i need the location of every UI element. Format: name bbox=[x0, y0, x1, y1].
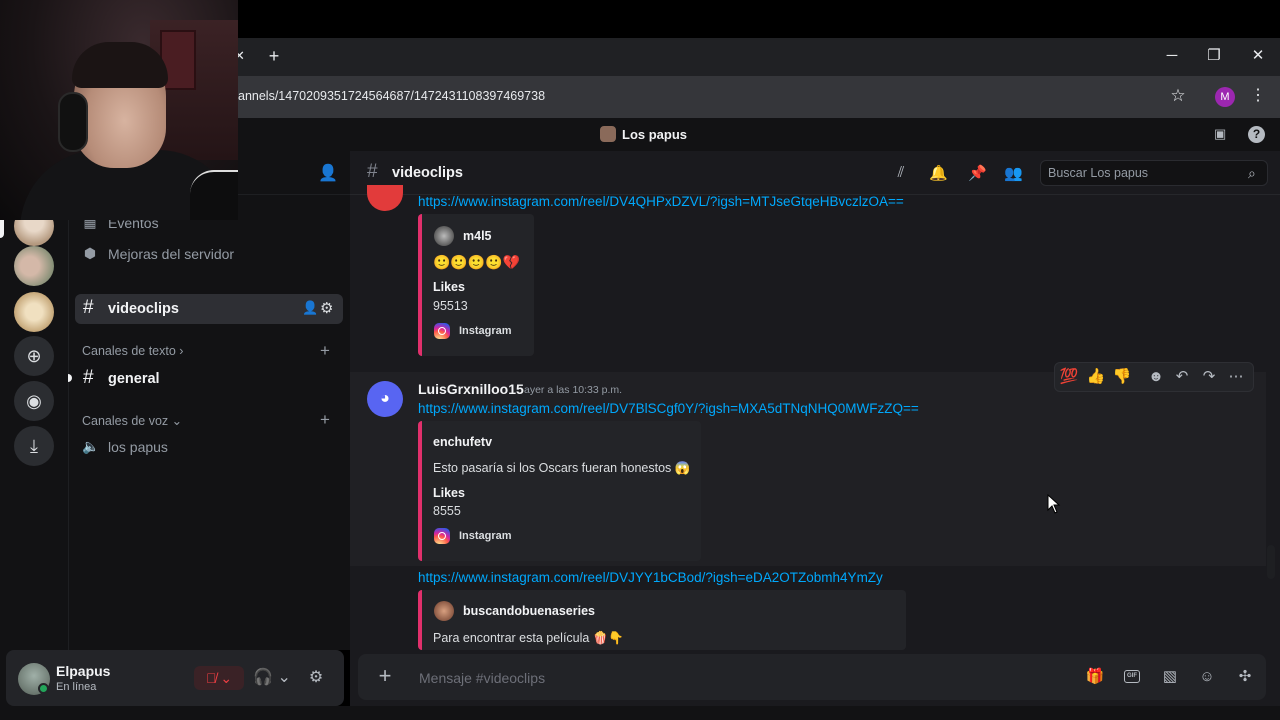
invite-people-icon[interactable]: 👤 bbox=[318, 163, 338, 183]
webcam-person-hair bbox=[72, 42, 168, 88]
threads-icon[interactable]: ⫽ bbox=[892, 164, 910, 182]
new-tab-button[interactable]: + bbox=[264, 46, 284, 66]
headphones-icon: 🎧 bbox=[253, 669, 274, 686]
gif-icon[interactable]: GIF bbox=[1124, 670, 1140, 683]
channel-settings-icon[interactable]: ⚙ bbox=[320, 299, 333, 317]
composer-placeholder[interactable]: Mensaje #videoclips bbox=[419, 670, 545, 686]
text-channel-icon: # bbox=[83, 367, 94, 388]
embed-author-avatar bbox=[434, 601, 454, 621]
add-server-button[interactable]: ⊕ bbox=[14, 336, 54, 376]
download-apps-icon[interactable]: ⤓ bbox=[14, 426, 54, 466]
webcam-overlay bbox=[0, 0, 238, 220]
message-link[interactable]: https://www.instagram.com/reel/DV7BlSCgf… bbox=[418, 401, 919, 416]
message-link[interactable]: https://www.instagram.com/reel/DV4QHPxDZ… bbox=[418, 194, 904, 209]
username[interactable]: Elpapus bbox=[56, 663, 110, 679]
microphone-icon bbox=[190, 170, 238, 220]
instagram-icon bbox=[434, 323, 450, 339]
inbox-icon[interactable]: ▣ bbox=[1214, 126, 1232, 144]
forward-icon[interactable]: ↷ bbox=[1199, 368, 1219, 386]
text-channel-icon: # bbox=[83, 297, 94, 318]
reply-icon[interactable]: ↶ bbox=[1172, 368, 1192, 386]
message-timestamp: ayer a las 10:33 p.m. bbox=[524, 384, 623, 396]
mouse-cursor-icon bbox=[1047, 494, 1061, 514]
gear-icon: ⚙ bbox=[308, 669, 324, 686]
boost-icon: ⬢ bbox=[83, 245, 97, 261]
gift-icon[interactable]: 🎁 bbox=[1085, 668, 1105, 686]
user-settings-button[interactable]: ⚙ bbox=[304, 666, 328, 690]
url-field[interactable]: annels/1470209351724564687/1472431108397… bbox=[238, 89, 545, 103]
message-author[interactable]: LuisGrxnilloo15 bbox=[418, 381, 524, 397]
apps-icon[interactable]: ✣ bbox=[1235, 668, 1255, 686]
bell-icon[interactable]: 🔔 bbox=[929, 164, 948, 182]
embed-author[interactable]: m4l5 bbox=[463, 229, 492, 243]
emoji-icon[interactable]: ☺ bbox=[1197, 668, 1217, 686]
category-voice-channels[interactable]: Canales de voz ⌄ bbox=[82, 413, 182, 428]
embed-author[interactable]: buscandobuenaseries bbox=[463, 604, 595, 618]
close-window-button[interactable]: ✕ bbox=[1248, 46, 1268, 66]
user-status: En línea bbox=[56, 681, 97, 693]
chat-scrollbar[interactable] bbox=[1267, 545, 1275, 579]
more-options-icon[interactable]: ⋯ bbox=[1226, 368, 1246, 386]
reaction-thumbs-up-button[interactable]: 👍 bbox=[1086, 368, 1106, 386]
sidebar-item-label: Mejoras del servidor bbox=[108, 245, 235, 262]
instagram-icon bbox=[434, 528, 450, 544]
restore-button[interactable]: ❐ bbox=[1204, 46, 1224, 66]
bottom-strip bbox=[0, 706, 1280, 720]
channel-general[interactable]: general bbox=[108, 371, 160, 387]
bookmark-star-icon[interactable]: ☆ bbox=[1168, 86, 1188, 106]
category-label: Canales de voz bbox=[82, 414, 169, 428]
embed-field-name: Likes bbox=[433, 280, 465, 294]
discover-icon[interactable]: ◉ bbox=[14, 381, 54, 421]
embed-field-value: 95513 bbox=[433, 299, 468, 313]
server-avatar-3[interactable] bbox=[14, 292, 54, 332]
reaction-thumbs-down-button[interactable]: 👎 bbox=[1112, 368, 1132, 386]
search-placeholder: Buscar Los papus bbox=[1048, 166, 1149, 180]
create-voice-channel-button[interactable]: + bbox=[320, 410, 330, 430]
embed-author-avatar bbox=[434, 226, 454, 246]
embed-description: Esto pasaría si los Oscars fueran honest… bbox=[433, 461, 691, 475]
category-label: Canales de texto bbox=[82, 344, 176, 358]
channel-name: videoclips bbox=[108, 301, 179, 317]
headphones-button[interactable]: 🎧 ⌄ bbox=[252, 666, 292, 690]
embed-field-value: 8555 bbox=[433, 504, 461, 518]
help-icon[interactable]: ? bbox=[1248, 126, 1265, 143]
embed-footer: Instagram bbox=[459, 530, 512, 542]
server-avatar-2[interactable] bbox=[14, 246, 54, 286]
sidebar-item-label: los papus bbox=[108, 438, 168, 455]
minimize-button[interactable]: ─ bbox=[1162, 46, 1182, 66]
mic-muted-button[interactable]: 🎙̸ ⌄ bbox=[194, 666, 244, 690]
message-link[interactable]: https://www.instagram.com/reel/DVJYY1bCB… bbox=[418, 570, 883, 585]
sticker-icon[interactable]: ▧ bbox=[1160, 668, 1180, 686]
server-icon bbox=[600, 126, 616, 142]
embed-description: Para encontrar esta película 🍿👇 bbox=[433, 631, 624, 645]
category-text-channels[interactable]: Canales de texto › bbox=[82, 344, 183, 358]
embed-description: 🙂🙂🙂🙂💔 bbox=[433, 254, 521, 270]
headset-icon bbox=[58, 92, 88, 152]
avatar[interactable]: ◕ bbox=[367, 381, 403, 417]
window-server-title: Los papus bbox=[600, 126, 687, 142]
voice-channel-los-papus[interactable]: 🔈 los papus bbox=[82, 438, 168, 455]
speaker-icon: 🔈 bbox=[82, 438, 100, 454]
add-reaction-icon[interactable]: ☻ bbox=[1146, 368, 1166, 386]
embed-footer: Instagram bbox=[459, 325, 512, 337]
attach-plus-icon[interactable]: + bbox=[374, 665, 396, 687]
embed-field-name: Likes bbox=[433, 486, 465, 500]
member-list-icon[interactable]: 👥 bbox=[1004, 164, 1023, 182]
browser-menu-icon[interactable]: ⋮ bbox=[1250, 86, 1266, 106]
search-icon: ⌕ bbox=[1248, 165, 1256, 181]
discord-logo-icon: ◕ bbox=[380, 390, 390, 407]
profile-avatar[interactable]: M bbox=[1215, 87, 1235, 107]
embed-author[interactable]: enchufetv bbox=[433, 435, 492, 449]
create-text-channel-button[interactable]: + bbox=[320, 341, 330, 361]
chat-channel-title: videoclips bbox=[392, 165, 463, 181]
server-title-label: Los papus bbox=[622, 126, 688, 142]
pinned-messages-icon[interactable]: 📌 bbox=[968, 164, 987, 182]
mic-off-icon: 🎙̸ bbox=[205, 670, 217, 686]
text-channel-icon: # bbox=[367, 161, 378, 182]
create-invite-icon[interactable]: 👤 bbox=[302, 300, 318, 316]
sidebar-item-server-boost[interactable]: ⬢ Mejoras del servidor bbox=[82, 245, 234, 262]
online-status-dot bbox=[38, 683, 49, 694]
reaction-hundred-button[interactable]: 💯 bbox=[1059, 368, 1079, 386]
